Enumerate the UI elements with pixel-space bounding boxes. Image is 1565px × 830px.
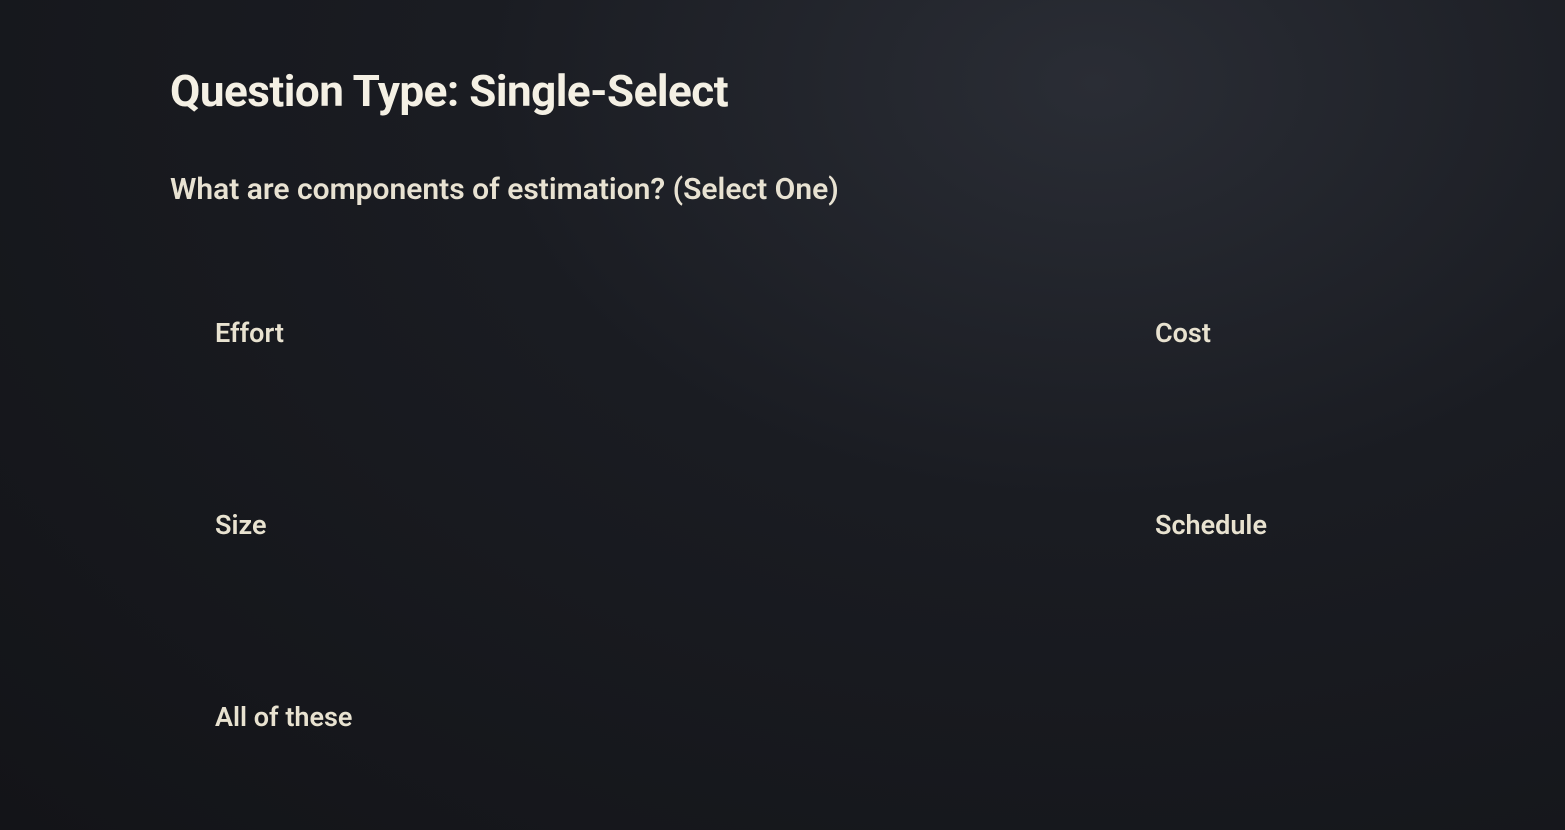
question-type-value: Single-Select [469,65,728,117]
question-type-label: Question Type: [170,65,469,117]
options-grid: Effort Cost Size Schedule All of these [170,317,1395,733]
option-schedule[interactable]: Schedule [1155,509,1395,541]
option-size[interactable]: Size [215,509,455,541]
question-type-header: Question Type: Single-Select [170,65,1395,117]
question-text: What are components of estimation? (Sele… [170,172,1395,207]
option-cost[interactable]: Cost [1155,317,1395,349]
option-effort[interactable]: Effort [215,317,455,349]
option-all-of-these[interactable]: All of these [215,701,455,733]
quiz-container: Question Type: Single-Select What are co… [0,0,1565,733]
